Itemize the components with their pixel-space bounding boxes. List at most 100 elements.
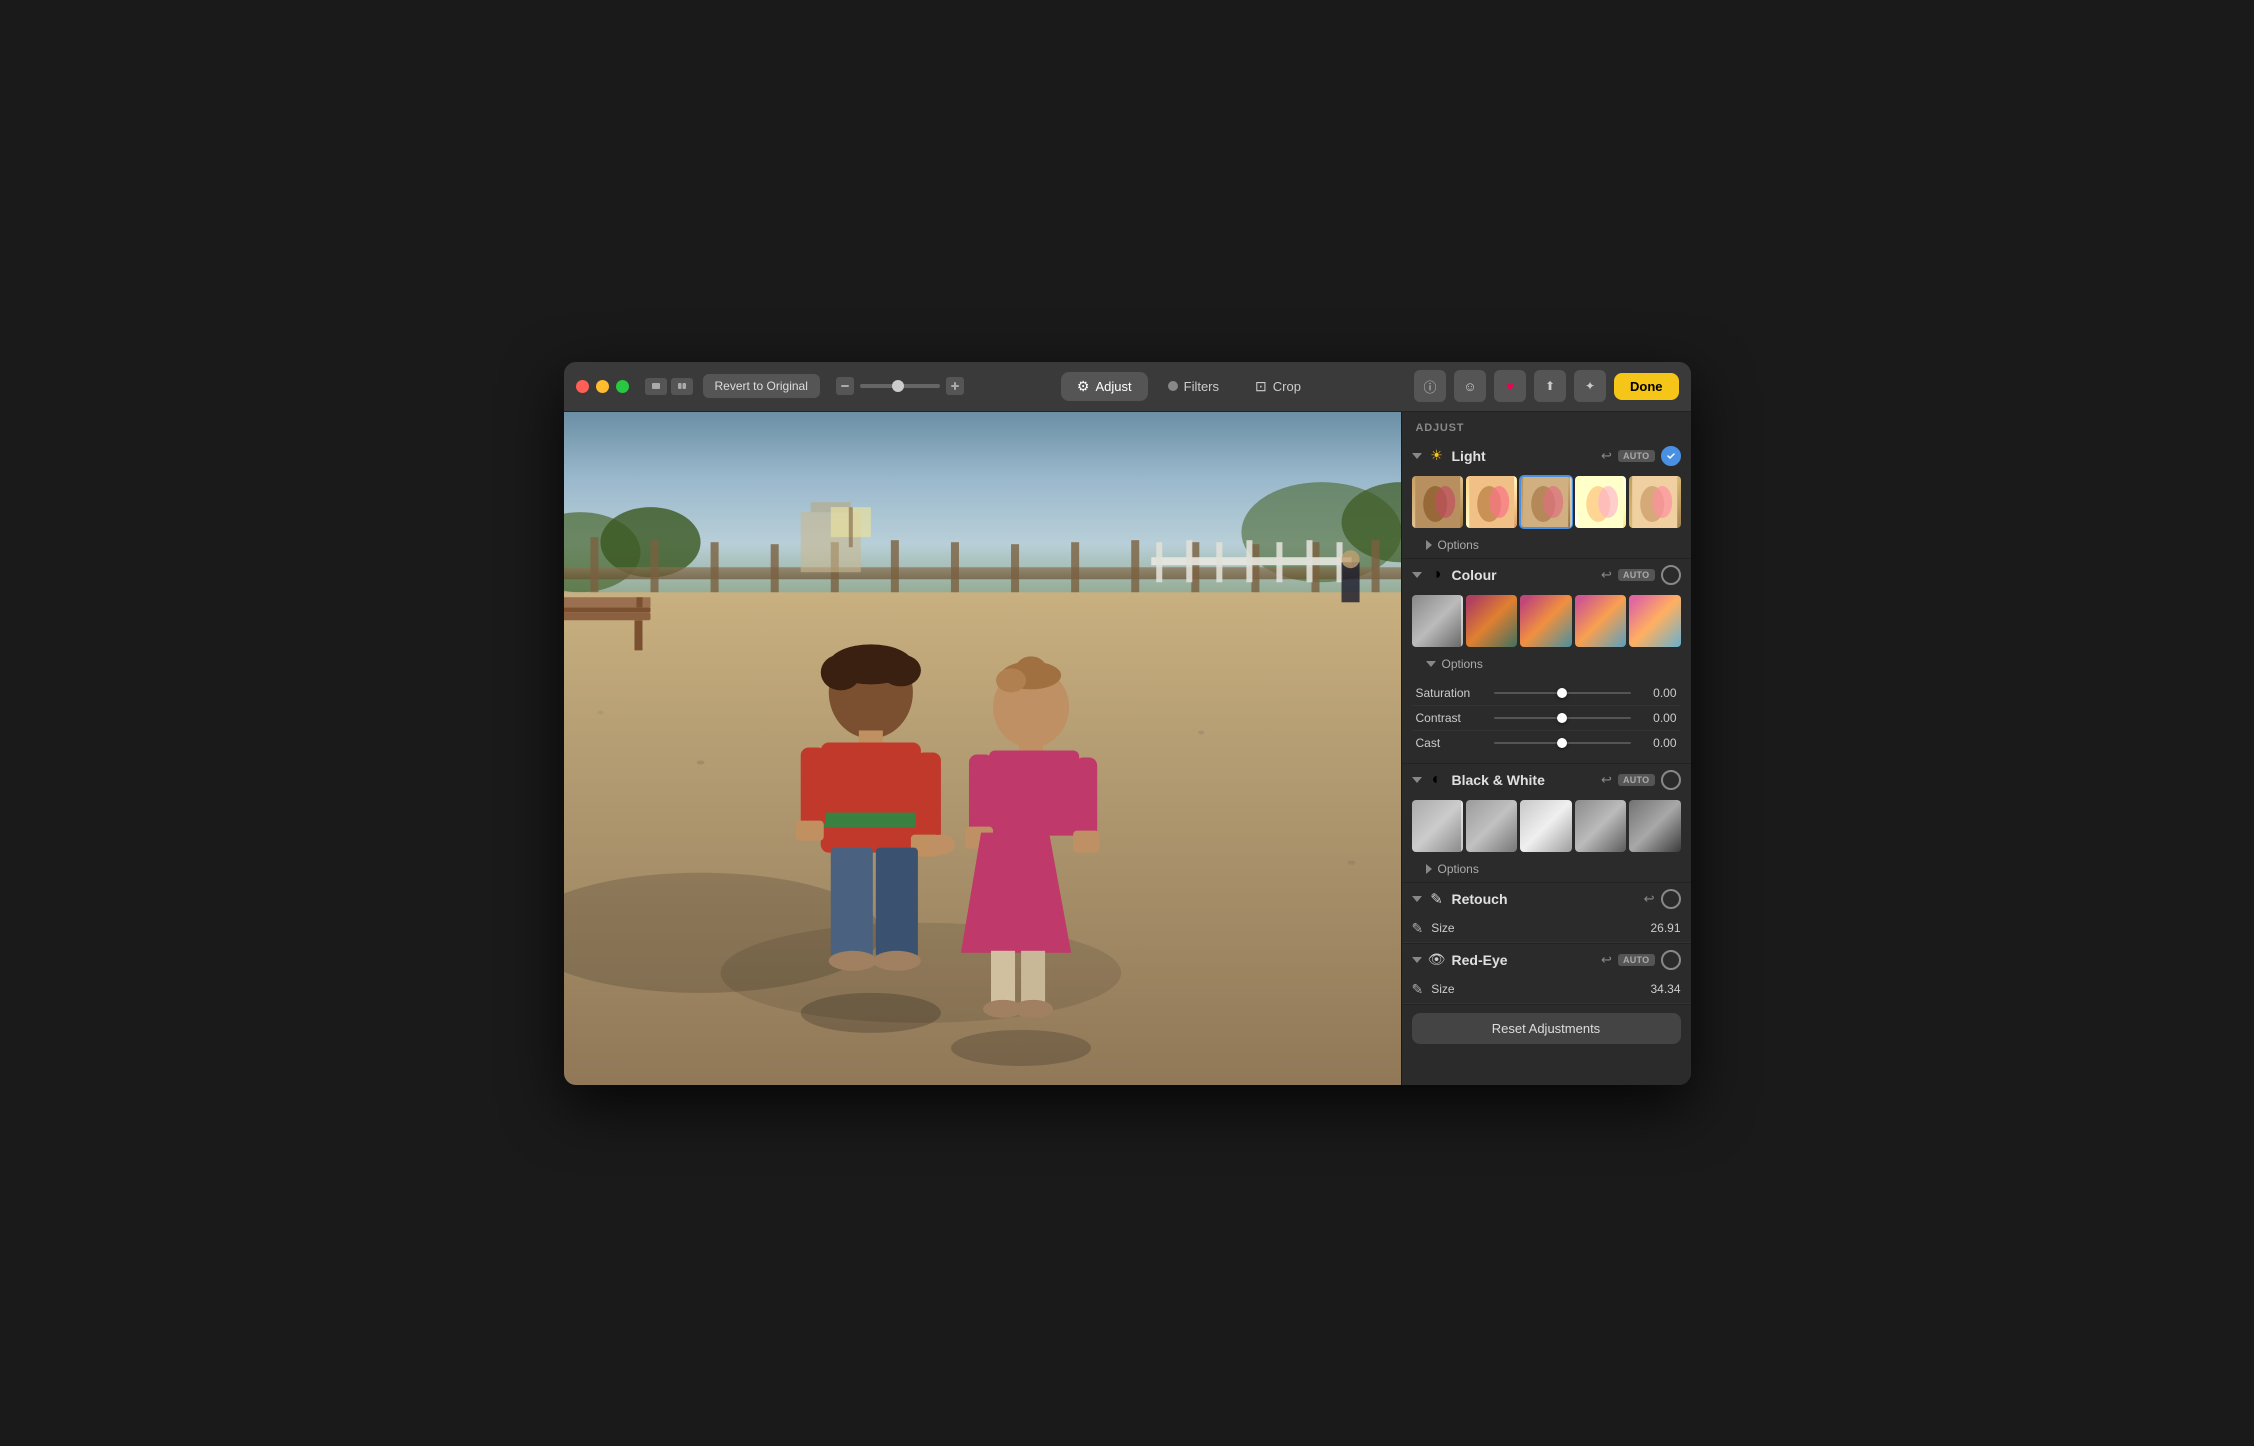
- retouch-chevron-icon: [1412, 896, 1422, 902]
- tab-crop[interactable]: ⊡ Crop: [1239, 372, 1317, 401]
- cast-thumb[interactable]: [1557, 738, 1567, 748]
- colour-undo-icon[interactable]: ↩: [1601, 567, 1612, 583]
- saturation-track: [1494, 692, 1631, 694]
- light-thumb-5[interactable]: [1629, 476, 1680, 528]
- right-panel: ADJUST ☀ Light ↩ AUTO: [1401, 412, 1691, 1085]
- colour-chevron-icon: [1412, 572, 1422, 578]
- colour-thumb-4[interactable]: [1575, 595, 1626, 647]
- title-bar: Revert to Original ⚙ Adjust Filters ⊡: [564, 362, 1691, 412]
- bw-circle-button[interactable]: [1661, 770, 1681, 790]
- light-options-chevron-icon: [1426, 540, 1432, 550]
- section-retouch-header[interactable]: ✎ Retouch ↩: [1402, 883, 1691, 915]
- colour-thumbnails: [1402, 591, 1691, 653]
- section-bw: ◐ Black & White ↩ AUTO: [1402, 764, 1691, 883]
- redeye-chevron-icon: [1412, 957, 1422, 963]
- traffic-lights: [576, 380, 629, 393]
- saturation-slider[interactable]: [1494, 692, 1631, 694]
- section-colour-header[interactable]: ◑ Colour ↩ AUTO: [1402, 559, 1691, 591]
- light-auto-badge[interactable]: AUTO: [1618, 450, 1655, 462]
- emoji-button[interactable]: ☺: [1454, 370, 1486, 402]
- favorite-button[interactable]: ♥: [1494, 370, 1526, 402]
- magic-button[interactable]: ✦: [1574, 370, 1606, 402]
- retouch-circle-button[interactable]: [1661, 889, 1681, 909]
- retouch-icon: ✎: [1428, 890, 1446, 908]
- section-bw-header[interactable]: ◐ Black & White ↩ AUTO: [1402, 764, 1691, 796]
- heart-icon: ♥: [1506, 379, 1514, 394]
- colour-thumb-1[interactable]: [1412, 595, 1463, 647]
- split-window-btn[interactable]: [671, 378, 693, 395]
- cast-slider[interactable]: [1494, 742, 1631, 744]
- colour-thumb-3[interactable]: [1520, 595, 1571, 647]
- section-redeye: 👁 Red-Eye ↩ AUTO ✎ Size 34.34: [1402, 944, 1691, 1005]
- redeye-undo-icon[interactable]: ↩: [1601, 952, 1612, 968]
- colour-auto-badge[interactable]: AUTO: [1618, 569, 1655, 581]
- panel-header: ADJUST: [1402, 412, 1691, 440]
- close-button[interactable]: [576, 380, 589, 393]
- colour-options-row[interactable]: Options: [1402, 653, 1691, 677]
- bw-thumb-divider: [1461, 800, 1463, 852]
- fullscreen-button[interactable]: [616, 380, 629, 393]
- bw-chevron-icon: [1412, 777, 1422, 783]
- bw-thumb-4[interactable]: [1575, 800, 1626, 852]
- cast-row: Cast 0.00: [1412, 731, 1681, 755]
- bw-undo-icon[interactable]: ↩: [1601, 772, 1612, 788]
- section-light: ☀ Light ↩ AUTO: [1402, 440, 1691, 559]
- light-options-label: Options: [1438, 538, 1479, 552]
- emoji-icon: ☺: [1463, 379, 1476, 394]
- colour-thumb-2[interactable]: [1466, 595, 1517, 647]
- light-thumb-1[interactable]: [1412, 476, 1463, 528]
- zoom-in-icon[interactable]: [946, 377, 964, 395]
- zoom-slider[interactable]: [860, 384, 940, 388]
- zoom-out-icon[interactable]: [836, 377, 854, 395]
- bw-thumb-5[interactable]: [1629, 800, 1680, 852]
- redeye-circle-button[interactable]: [1661, 950, 1681, 970]
- redeye-icon: 👁: [1428, 951, 1446, 969]
- bw-auto-badge[interactable]: AUTO: [1618, 774, 1655, 786]
- contrast-slider[interactable]: [1494, 717, 1631, 719]
- single-window-btn[interactable]: [645, 378, 667, 395]
- retouch-size-row: ✎ Size 26.91: [1402, 915, 1691, 943]
- minimize-button[interactable]: [596, 380, 609, 393]
- colour-options-chevron-icon: [1426, 661, 1436, 667]
- section-light-header[interactable]: ☀ Light ↩ AUTO: [1402, 440, 1691, 472]
- filters-icon: [1168, 381, 1178, 391]
- tab-adjust-label: Adjust: [1095, 379, 1131, 394]
- colour-sliders: Saturation 0.00 Contrast: [1402, 677, 1691, 763]
- redeye-pencil-icon: ✎: [1412, 981, 1424, 998]
- tab-adjust[interactable]: ⚙ Adjust: [1061, 372, 1148, 401]
- photo-area: [564, 412, 1401, 1085]
- tab-filters[interactable]: Filters: [1152, 373, 1235, 400]
- saturation-thumb[interactable]: [1557, 688, 1567, 698]
- bw-thumb-3[interactable]: [1520, 800, 1571, 852]
- retouch-undo-icon[interactable]: ↩: [1644, 891, 1655, 907]
- bw-options-label: Options: [1438, 862, 1479, 876]
- share-button[interactable]: ⬆: [1534, 370, 1566, 402]
- section-redeye-header[interactable]: 👁 Red-Eye ↩ AUTO: [1402, 944, 1691, 976]
- light-options-row[interactable]: Options: [1402, 534, 1691, 558]
- light-thumb-3[interactable]: [1520, 476, 1571, 528]
- light-circle-button[interactable]: [1661, 446, 1681, 466]
- window-controls: [645, 378, 693, 395]
- colour-circle-button[interactable]: [1661, 565, 1681, 585]
- bw-thumbnails: [1402, 796, 1691, 858]
- redeye-size-label: Size: [1431, 982, 1642, 996]
- tab-crop-label: Crop: [1273, 379, 1301, 394]
- bw-thumb-1[interactable]: [1412, 800, 1463, 852]
- bw-thumb-2[interactable]: [1466, 800, 1517, 852]
- colour-options-label: Options: [1442, 657, 1483, 671]
- redeye-title: Red-Eye: [1452, 952, 1596, 968]
- reset-adjustments-button[interactable]: Reset Adjustments: [1412, 1013, 1681, 1044]
- contrast-row: Contrast 0.00: [1412, 706, 1681, 731]
- redeye-auto-badge[interactable]: AUTO: [1618, 954, 1655, 966]
- light-thumb-2[interactable]: [1466, 476, 1517, 528]
- redeye-size-row: ✎ Size 34.34: [1402, 976, 1691, 1004]
- done-button[interactable]: Done: [1614, 373, 1679, 400]
- colour-icon: ◑: [1428, 566, 1446, 584]
- light-thumb-4[interactable]: [1575, 476, 1626, 528]
- light-undo-icon[interactable]: ↩: [1601, 448, 1612, 464]
- info-button[interactable]: ⓘ: [1414, 370, 1446, 402]
- colour-thumb-5[interactable]: [1629, 595, 1680, 647]
- contrast-thumb[interactable]: [1557, 713, 1567, 723]
- bw-options-row[interactable]: Options: [1402, 858, 1691, 882]
- revert-button[interactable]: Revert to Original: [703, 374, 820, 398]
